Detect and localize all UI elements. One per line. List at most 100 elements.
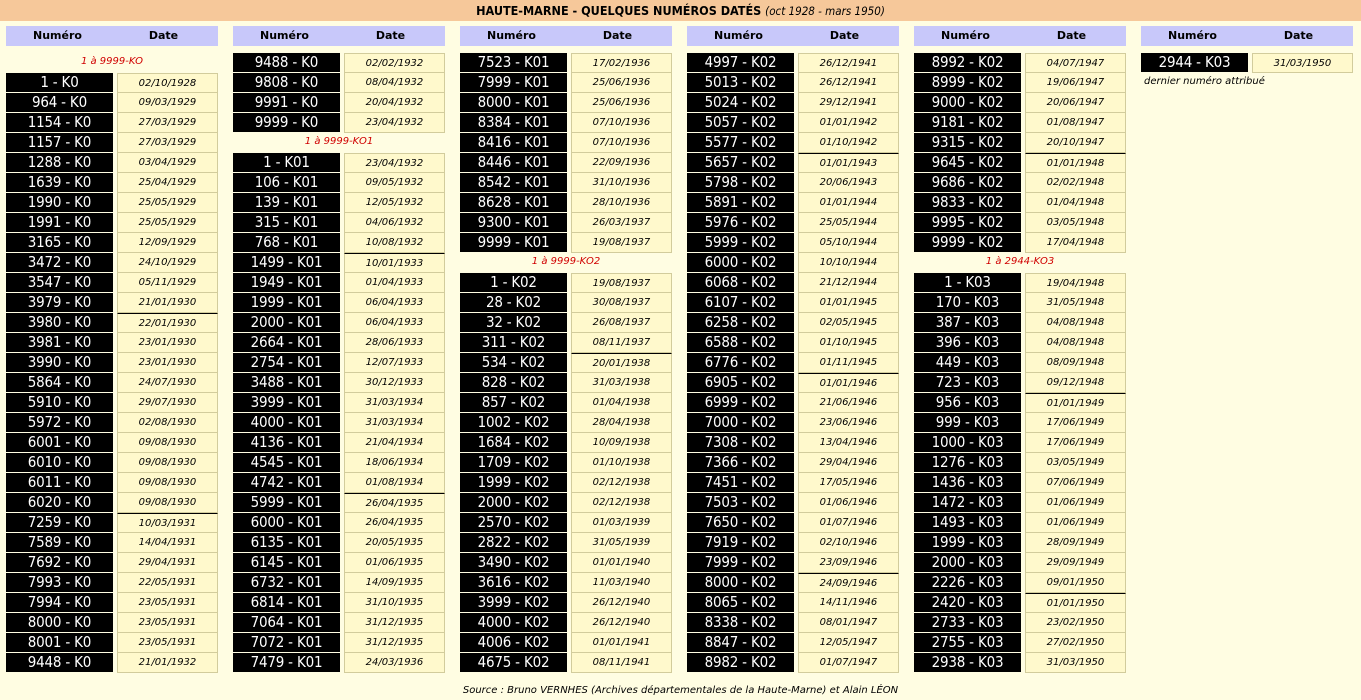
table-row: 1999 - K01 06/04/1933 — [233, 293, 445, 313]
table-row: 6107 - K02 01/01/1945 — [687, 293, 899, 313]
plate-date: 31/03/1938 — [570, 373, 672, 393]
plate-number: 7999 - K01 — [460, 73, 567, 92]
table-row: 7064 - K01 31/12/1935 — [233, 613, 445, 633]
plate-date: 24/10/1929 — [116, 253, 218, 273]
plate-number: 9448 - K0 — [6, 653, 113, 672]
plate-date: 01/01/1940 — [570, 553, 672, 573]
plate-number: 8628 - K01 — [460, 193, 567, 212]
plate-date: 31/03/1934 — [343, 393, 445, 413]
table-row: 5976 - K02 25/05/1944 — [687, 213, 899, 233]
plate-number: 8992 - K02 — [914, 53, 1021, 72]
plate-date: 02/12/1938 — [570, 493, 672, 513]
plate-number: 2754 - K01 — [233, 353, 340, 372]
plate-date: 01/01/1950 — [1024, 593, 1126, 613]
plate-number: 4675 - K02 — [460, 653, 567, 672]
table-row: 9000 - K02 20/06/1947 — [914, 93, 1126, 113]
plate-number: 723 - K03 — [914, 373, 1021, 392]
table-row: 3980 - K0 22/01/1930 — [6, 313, 218, 333]
plate-number: 7994 - K0 — [6, 593, 113, 612]
table-row: 4136 - K01 21/04/1934 — [233, 433, 445, 453]
plate-date: 17/04/1948 — [1024, 233, 1126, 253]
plate-number: 6020 - K0 — [6, 493, 113, 512]
plate-date: 09/08/1930 — [116, 433, 218, 453]
plate-number: 9000 - K02 — [914, 93, 1021, 112]
plate-number: 9999 - K02 — [914, 233, 1021, 252]
table-row: 9315 - K02 20/10/1947 — [914, 133, 1126, 153]
plate-date: 01/07/1946 — [797, 513, 899, 533]
header-date: Date — [1283, 29, 1314, 42]
plate-date: 26/12/1940 — [570, 613, 672, 633]
table-row: 8992 - K02 04/07/1947 — [914, 53, 1126, 73]
plate-date: 21/01/1932 — [116, 653, 218, 673]
table-row: 3999 - K01 31/03/1934 — [233, 393, 445, 413]
plate-number: 1288 - K0 — [6, 153, 113, 172]
plate-number: 4006 - K02 — [460, 633, 567, 652]
plate-number: 2755 - K03 — [914, 633, 1021, 652]
plate-number: 6068 - K02 — [687, 273, 794, 292]
table-row: 1 - K02 19/08/1937 — [460, 273, 672, 293]
plate-date: 19/08/1937 — [570, 233, 672, 253]
plate-number: 5864 - K0 — [6, 373, 113, 392]
table-row: 1493 - K03 01/06/1949 — [914, 513, 1126, 533]
plate-date: 26/12/1941 — [797, 53, 899, 73]
plate-number: 2822 - K02 — [460, 533, 567, 552]
plate-date: 01/01/1942 — [797, 113, 899, 133]
table-row: 9999 - K0 23/04/1932 — [233, 113, 445, 133]
plate-date: 01/04/1948 — [1024, 193, 1126, 213]
table-row: 2755 - K03 27/02/1950 — [914, 633, 1126, 653]
plate-date: 23/01/1930 — [116, 353, 218, 373]
plate-date: 08/11/1941 — [570, 653, 672, 673]
plate-number: 6000 - K02 — [687, 253, 794, 272]
table-row: 7994 - K0 23/05/1931 — [6, 593, 218, 613]
table-row: 534 - K02 20/01/1938 — [460, 353, 672, 373]
plate-date: 23/01/1930 — [116, 333, 218, 353]
plate-date: 12/09/1929 — [116, 233, 218, 253]
table-row: 106 - K01 09/05/1932 — [233, 173, 445, 193]
plate-number: 2944 - K03 — [1141, 53, 1248, 72]
table-row: 9833 - K02 01/04/1948 — [914, 193, 1126, 213]
table-row: 6135 - K01 20/05/1935 — [233, 533, 445, 553]
plate-date: 08/09/1948 — [1024, 353, 1126, 373]
table-row: 768 - K01 10/08/1932 — [233, 233, 445, 253]
plate-number: 8000 - K0 — [6, 613, 113, 632]
plate-date: 01/10/1942 — [797, 133, 899, 153]
plate-date: 22/01/1930 — [116, 313, 218, 333]
plate-date: 23/05/1931 — [116, 633, 218, 653]
plate-date: 10/09/1938 — [570, 433, 672, 453]
table-row: 6001 - K0 09/08/1930 — [6, 433, 218, 453]
plate-number: 8065 - K02 — [687, 593, 794, 612]
table-row: 1002 - K02 28/04/1938 — [460, 413, 672, 433]
table-row: 9300 - K01 26/03/1937 — [460, 213, 672, 233]
plate-number: 5976 - K02 — [687, 213, 794, 232]
plate-number: 7366 - K02 — [687, 453, 794, 472]
plate-date: 25/05/1929 — [116, 213, 218, 233]
plate-number: 857 - K02 — [460, 393, 567, 412]
plate-date: 01/04/1938 — [570, 393, 672, 413]
plate-date: 12/05/1947 — [797, 633, 899, 653]
table-row: 7479 - K01 24/03/1936 — [233, 653, 445, 673]
table-row: 5891 - K02 01/01/1944 — [687, 193, 899, 213]
column-header: Numéro Date — [233, 26, 445, 46]
plate-number: 139 - K01 — [233, 193, 340, 212]
column-6: Numéro Date 2944 - K03 31/03/1950 dernier nu… — [1141, 26, 1353, 87]
plate-number: 9315 - K02 — [914, 133, 1021, 152]
table-row: 5864 - K0 24/07/1930 — [6, 373, 218, 393]
table-row: 7999 - K01 25/06/1936 — [460, 73, 672, 93]
table-row: 7523 - K01 17/02/1936 — [460, 53, 672, 73]
table-row: 9991 - K0 20/04/1932 — [233, 93, 445, 113]
table-row: 828 - K02 31/03/1938 — [460, 373, 672, 393]
table-row: 6999 - K02 21/06/1946 — [687, 393, 899, 413]
table-row: 7650 - K02 01/07/1946 — [687, 513, 899, 533]
plate-date: 01/01/1945 — [797, 293, 899, 313]
plate-date: 07/06/1949 — [1024, 473, 1126, 493]
plate-number: 6107 - K02 — [687, 293, 794, 312]
plate-number: 3490 - K02 — [460, 553, 567, 572]
plate-date: 01/08/1947 — [1024, 113, 1126, 133]
table-row: 1 - K03 19/04/1948 — [914, 273, 1126, 293]
plate-date: 21/04/1934 — [343, 433, 445, 453]
table-row: 1684 - K02 10/09/1938 — [460, 433, 672, 453]
table-row: 1472 - K03 01/06/1949 — [914, 493, 1126, 513]
plate-number: 6776 - K02 — [687, 353, 794, 372]
table-row: 1436 - K03 07/06/1949 — [914, 473, 1126, 493]
table-row: 5657 - K02 01/01/1943 — [687, 153, 899, 173]
